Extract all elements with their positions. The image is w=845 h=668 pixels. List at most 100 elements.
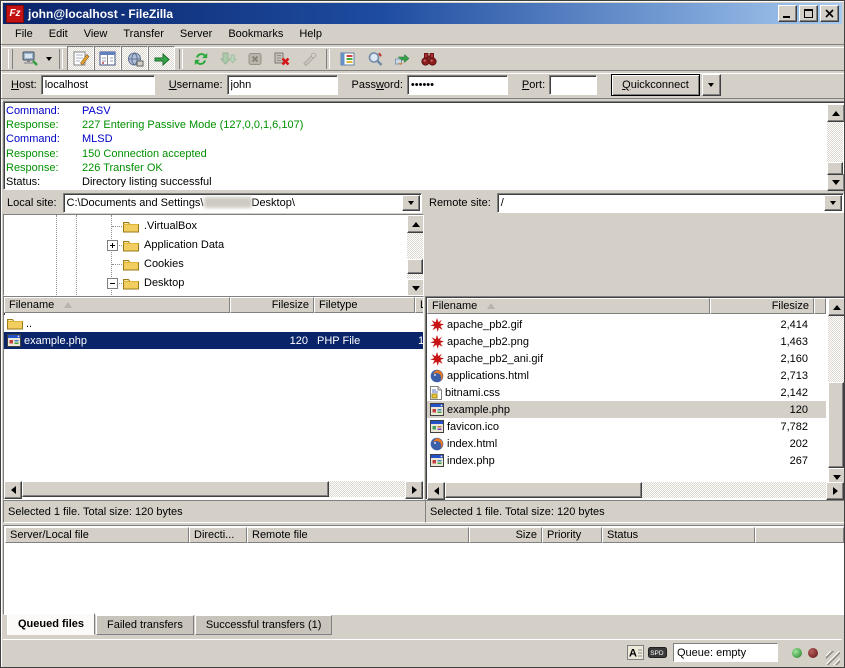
reconnect-button[interactable] xyxy=(295,46,322,71)
tab-queued-files[interactable]: Queued files xyxy=(7,613,95,635)
scroll-right-button[interactable] xyxy=(826,482,844,500)
file-row-applications-html[interactable]: applications.html2,713 xyxy=(427,367,826,384)
scroll-track[interactable] xyxy=(22,481,405,497)
menu-item-server[interactable]: Server xyxy=(172,26,220,42)
menu-item-transfer[interactable]: Transfer xyxy=(115,26,172,42)
local-column-filesize[interactable]: Filesize xyxy=(230,297,314,313)
remote-column-filename[interactable]: Filename xyxy=(427,298,710,314)
scroll-down-button[interactable] xyxy=(407,279,424,296)
scroll-left-button[interactable] xyxy=(4,481,22,499)
file-row-favicon-ico[interactable]: favicon.ico7,782 xyxy=(427,418,826,435)
local-column-l[interactable]: L xyxy=(415,297,423,313)
file-row-bitnami-css[interactable]: bitnami.css2,142 xyxy=(427,384,826,401)
close-button[interactable] xyxy=(820,5,839,22)
tab-successful-transfers-1[interactable]: Successful transfers (1) xyxy=(195,615,333,635)
menu-item-bookmarks[interactable]: Bookmarks xyxy=(220,26,291,42)
scroll-up-button[interactable] xyxy=(407,215,424,233)
tree-item-desktop[interactable]: Desktop xyxy=(4,274,423,293)
tree-item-application-data[interactable]: Application Data xyxy=(4,236,423,255)
find-files-button[interactable] xyxy=(415,46,442,71)
password-field[interactable] xyxy=(407,75,508,95)
site-manager-button-dropdown[interactable] xyxy=(43,47,55,70)
tree-item-cookies[interactable]: Cookies xyxy=(4,255,423,274)
file-row-index-html[interactable]: index.html202 xyxy=(427,435,826,452)
sync-browsing-button[interactable] xyxy=(388,46,415,71)
port-field[interactable] xyxy=(549,75,597,95)
scroll-thumb[interactable] xyxy=(828,382,844,468)
title-bar[interactable]: Fz john@localhost - FileZilla xyxy=(3,3,842,24)
menu-item-help[interactable]: Help xyxy=(291,26,330,42)
file-row-example-php[interactable]: example.php120 xyxy=(427,401,826,418)
scroll-thumb[interactable] xyxy=(827,162,843,175)
scroll-right-button[interactable] xyxy=(405,481,423,499)
transfer-queue: Server/Local fileDirecti...Remote fileSi… xyxy=(3,525,845,615)
queue-column-size[interactable]: Size xyxy=(469,527,542,543)
process-queue-button[interactable] xyxy=(214,46,241,71)
file-row-index-php[interactable]: index.php267 xyxy=(427,452,826,469)
remote-site-combobox[interactable]: / xyxy=(497,193,844,213)
remote-list-vscrollbar[interactable] xyxy=(828,298,844,482)
local-column-filetype[interactable]: Filetype xyxy=(314,297,415,313)
toggle-remote-tree-button[interactable] xyxy=(121,46,148,71)
minimize-button[interactable] xyxy=(778,5,797,22)
scroll-thumb[interactable] xyxy=(407,259,423,274)
remote-column-filesize[interactable]: Filesize xyxy=(710,298,814,314)
resize-grip[interactable] xyxy=(826,651,840,665)
combo-dropdown-icon[interactable] xyxy=(402,195,420,211)
menu-item-file[interactable]: File xyxy=(7,26,41,42)
queue-column-server-local-file[interactable]: Server/Local file xyxy=(5,527,189,543)
queue-column-directi[interactable]: Directi... xyxy=(189,527,247,543)
message-log-vscrollbar[interactable] xyxy=(827,104,843,187)
scroll-thumb[interactable] xyxy=(445,482,642,498)
queue-column-priority[interactable]: Priority xyxy=(542,527,602,543)
scroll-track[interactable] xyxy=(407,233,423,279)
scroll-left-button[interactable] xyxy=(427,482,445,500)
collapse-icon[interactable] xyxy=(107,278,118,289)
tree-item-virtualbox[interactable]: .VirtualBox xyxy=(4,217,423,236)
filter-button[interactable] xyxy=(334,46,361,71)
compare-button[interactable] xyxy=(361,46,388,71)
menu-item-edit[interactable]: Edit xyxy=(41,26,76,42)
scroll-up-button[interactable] xyxy=(828,298,845,316)
queue-column-remote-file[interactable]: Remote file xyxy=(247,527,469,543)
speed-limits-icon[interactable]: SPD xyxy=(648,647,667,658)
scroll-track[interactable] xyxy=(445,482,826,498)
menu-item-view[interactable]: View xyxy=(76,26,116,42)
file-row-apache-pb2-ani-gif[interactable]: apache_pb2_ani.gif2,160 xyxy=(427,350,826,367)
local-list-hscrollbar[interactable] xyxy=(4,481,423,497)
quickconnect-button[interactable]: Quickconnect xyxy=(611,74,700,96)
queue-body[interactable] xyxy=(5,545,844,612)
local-tree-vscrollbar[interactable] xyxy=(407,215,423,295)
scroll-up-button[interactable] xyxy=(827,104,845,122)
toggle-queue-button[interactable] xyxy=(148,46,175,71)
ascii-datatype-icon[interactable]: A xyxy=(627,645,644,660)
file-row-apache-pb2-png[interactable]: apache_pb2.png1,463 xyxy=(427,333,826,350)
site-manager-button[interactable] xyxy=(16,46,43,71)
disconnect-button[interactable] xyxy=(268,46,295,71)
tab-failed-transfers[interactable]: Failed transfers xyxy=(96,615,194,635)
expand-icon[interactable] xyxy=(107,240,118,251)
queue-column-status[interactable]: Status xyxy=(602,527,755,543)
local-site-combobox[interactable]: C:\Documents and Settings\Desktop\ xyxy=(63,193,422,213)
combo-dropdown-icon[interactable] xyxy=(824,195,842,211)
quickconnect-dropdown[interactable] xyxy=(702,74,721,96)
toolbar-grip[interactable] xyxy=(8,49,13,69)
scroll-track[interactable] xyxy=(828,316,844,468)
scroll-down-button[interactable] xyxy=(827,173,845,191)
remote-list-hscrollbar[interactable] xyxy=(427,482,844,498)
username-field[interactable] xyxy=(227,75,338,95)
cancel-button[interactable] xyxy=(241,46,268,71)
refresh-button[interactable] xyxy=(187,46,214,71)
local-column-filename[interactable]: Filename xyxy=(4,297,230,313)
toggle-local-tree-button[interactable] xyxy=(94,46,121,71)
message-log[interactable]: Command:PASVResponse:227 Entering Passiv… xyxy=(3,101,845,190)
scroll-track[interactable] xyxy=(827,122,843,173)
scroll-thumb[interactable] xyxy=(22,481,329,497)
maximize-button[interactable] xyxy=(799,5,818,22)
file-row-[interactable]: .. xyxy=(4,315,423,332)
file-row-example-php[interactable]: example.php120PHP File1 xyxy=(4,332,423,349)
file-row-apache-pb2-gif[interactable]: apache_pb2.gif2,414 xyxy=(427,316,826,333)
host-field[interactable] xyxy=(41,75,155,95)
toggle-message-log-button[interactable] xyxy=(67,46,94,71)
local-tree-view[interactable]: .VirtualBoxApplication DataCookiesDeskto… xyxy=(3,214,424,296)
